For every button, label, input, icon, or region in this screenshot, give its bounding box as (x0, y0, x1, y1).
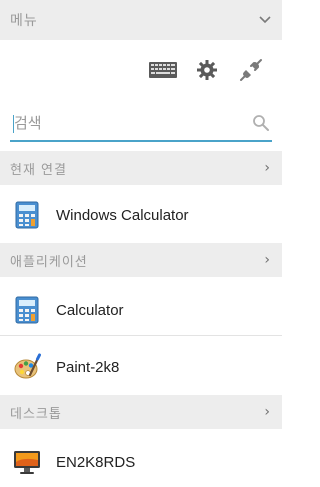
item-label: Windows Calculator (56, 206, 189, 224)
item-label: EN2K8RDS (56, 453, 136, 471)
calculator-icon (12, 200, 42, 230)
calculator-icon (12, 295, 42, 325)
search-icon[interactable] (252, 114, 270, 132)
side-menu-panel: 메뉴 검색 현재 연결 › Windows Calculator 애플리케이션 … (0, 0, 282, 487)
chevron-right-icon[interactable]: › (264, 252, 270, 268)
section-label: 데스크톱 (10, 406, 62, 422)
menu-header[interactable]: 메뉴 (0, 0, 282, 40)
paint-palette-icon (12, 352, 42, 382)
gear-icon[interactable] (192, 55, 222, 85)
item-label: Paint-2k8 (56, 358, 120, 376)
monitor-icon (12, 447, 42, 477)
chevron-right-icon[interactable]: › (264, 404, 270, 420)
section-label: 현재 연결 (10, 162, 67, 178)
list-item-desktop-en2k8rds[interactable]: EN2K8RDS (0, 437, 282, 487)
list-item-paint[interactable]: Paint-2k8 (0, 342, 282, 392)
keyboard-icon[interactable] (148, 55, 178, 85)
section-desktops[interactable]: 데스크톱 › (0, 395, 282, 429)
menu-title: 메뉴 (10, 13, 38, 29)
section-current-connection[interactable]: 현재 연결 › (0, 151, 282, 185)
search-box[interactable] (10, 106, 272, 142)
plug-icon[interactable] (236, 55, 266, 85)
search-input[interactable] (10, 110, 234, 136)
section-label: 애플리케이션 (10, 254, 88, 270)
toolbar (0, 44, 282, 96)
list-item-calculator[interactable]: Calculator (0, 285, 282, 335)
list-item-windows-calculator[interactable]: Windows Calculator (0, 190, 282, 240)
divider (0, 335, 282, 336)
section-applications[interactable]: 애플리케이션 › (0, 243, 282, 277)
item-label: Calculator (56, 301, 124, 319)
chevron-right-icon[interactable]: › (264, 160, 270, 176)
chevron-down-icon[interactable] (258, 13, 272, 27)
